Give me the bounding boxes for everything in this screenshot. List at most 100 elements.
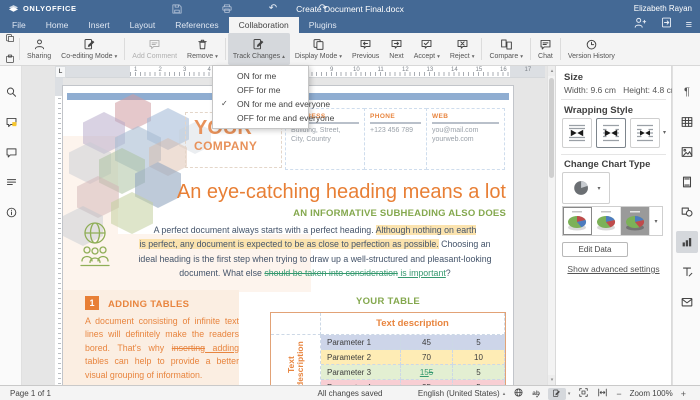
- wrap-square-button[interactable]: [596, 118, 626, 148]
- text-art-settings-button[interactable]: [676, 261, 698, 283]
- menu-item-off-for-everyone[interactable]: OFF for me and everyone: [213, 111, 308, 125]
- remove-button[interactable]: Remove▾: [182, 33, 223, 65]
- wrap-tight-icon: [634, 122, 656, 144]
- onlyoffice-logo-icon: [8, 3, 19, 14]
- zoom-level[interactable]: Zoom 100%: [630, 389, 673, 398]
- navigation-button[interactable]: [3, 174, 19, 190]
- table-cell[interactable]: 5: [453, 335, 505, 350]
- hamburger-menu-button[interactable]: ≡: [686, 18, 692, 32]
- sharing-button[interactable]: Sharing: [22, 33, 56, 65]
- table-cell[interactable]: 45: [401, 335, 453, 350]
- tab-stop-selector[interactable]: L: [55, 66, 66, 78]
- scrollbar-thumb[interactable]: [549, 78, 554, 178]
- wrap-tight-button[interactable]: [630, 118, 660, 148]
- wrap-inline-button[interactable]: [562, 118, 592, 148]
- table-cell[interactable]: 70: [401, 350, 453, 365]
- zoom-out-button[interactable]: −: [616, 389, 621, 399]
- tab-insert[interactable]: Insert: [78, 17, 119, 33]
- menu-item-on-for-me[interactable]: ON for me: [213, 69, 308, 83]
- ruler-left-margin[interactable]: [66, 66, 130, 77]
- shapes-icon: [680, 205, 694, 219]
- chart-style-2[interactable]: [592, 207, 621, 235]
- table-side-label[interactable]: Text description: [271, 335, 321, 385]
- add-user-button[interactable]: [633, 16, 647, 35]
- track-changes-toggle[interactable]: ▾: [548, 388, 571, 400]
- section-paragraph[interactable]: A document consisting of infinite text l…: [85, 315, 239, 382]
- language-selector[interactable]: English (United States)▴: [418, 389, 505, 398]
- web-cell[interactable]: WEB you@mail.comyourweb.com: [426, 108, 505, 170]
- chart-style-more-button[interactable]: ▾: [650, 207, 662, 235]
- version-history-button[interactable]: Version History: [563, 33, 620, 65]
- user-name[interactable]: Elizabeth Rayan: [634, 4, 692, 13]
- chart-style-3[interactable]: [621, 207, 650, 235]
- document-scrollbar[interactable]: ▴ ▾: [547, 66, 555, 385]
- paragraph-settings-button[interactable]: ¶: [676, 81, 698, 103]
- image-settings-button[interactable]: [676, 141, 698, 163]
- accept-icon: [420, 38, 433, 51]
- menu-item-on-for-everyone[interactable]: ✓ON for me and everyone: [213, 97, 308, 111]
- table-corner-cell[interactable]: [271, 313, 321, 335]
- menu-item-off-for-me[interactable]: OFF for me: [213, 83, 308, 97]
- table-cell[interactable]: 155: [401, 365, 453, 380]
- compare-button[interactable]: Compare▾: [484, 33, 528, 65]
- fit-width-button[interactable]: [597, 387, 608, 400]
- about-button[interactable]: [3, 204, 19, 220]
- coediting-mode-button[interactable]: Co-editing Mode▾: [56, 33, 122, 65]
- tab-home[interactable]: Home: [36, 17, 79, 33]
- accept-button[interactable]: Accept▾: [409, 33, 445, 65]
- phone-cell[interactable]: PHONE +123 456 789: [364, 108, 427, 170]
- intro-paragraph[interactable]: A perfect document always starts with a …: [121, 223, 509, 280]
- previous-change-button[interactable]: Previous: [347, 33, 384, 65]
- track-changes-button[interactable]: Track Changes▴: [228, 33, 290, 65]
- tracked-deletion: 5: [429, 368, 433, 377]
- table-settings-button[interactable]: [676, 111, 698, 133]
- display-mode-button[interactable]: Display Mode▾: [290, 33, 347, 65]
- section-title[interactable]: ADDING TABLES: [108, 299, 189, 310]
- sharing-icon: [33, 38, 46, 51]
- edit-data-button[interactable]: Edit Data: [562, 242, 628, 257]
- open-file-location-button[interactable]: [660, 16, 673, 34]
- search-button[interactable]: [3, 84, 19, 100]
- comments-button[interactable]: [3, 114, 19, 130]
- document-page[interactable]: YOUR COMPANY ADDRESS Building, Street,Ci…: [63, 86, 513, 385]
- chart-style-gallery: ▾: [562, 206, 663, 236]
- display-mode-icon: [312, 38, 325, 51]
- ruler-number: 16: [500, 67, 507, 73]
- vertical-ruler[interactable]: [55, 78, 63, 385]
- header-footer-settings-button[interactable]: [676, 171, 698, 193]
- shape-settings-button[interactable]: [676, 201, 698, 223]
- wrap-more-button[interactable]: ▾: [663, 129, 666, 136]
- table-cell[interactable]: 10: [453, 350, 505, 365]
- search-icon: [5, 86, 18, 99]
- table-cell[interactable]: Parameter 3: [321, 365, 401, 380]
- chat-button[interactable]: Chat: [533, 33, 558, 65]
- chart-settings-button[interactable]: [676, 231, 698, 253]
- spell-check-button[interactable]: ab✓: [532, 390, 540, 397]
- phone-label: PHONE: [370, 113, 421, 120]
- table-header-cell[interactable]: Text description: [321, 313, 505, 335]
- tab-collaboration[interactable]: Collaboration: [229, 17, 299, 33]
- next-change-button[interactable]: Next: [384, 33, 408, 65]
- table-cell[interactable]: Parameter 2: [321, 350, 401, 365]
- tab-plugins[interactable]: Plugins: [299, 17, 347, 33]
- chart-style-1[interactable]: [563, 207, 592, 235]
- table-cell[interactable]: Parameter 1: [321, 335, 401, 350]
- reject-button[interactable]: Reject▾: [445, 33, 480, 65]
- mail-merge-button[interactable]: [676, 291, 698, 313]
- set-language-button[interactable]: [513, 387, 524, 400]
- wrapping-section-title: Wrapping Style: [564, 105, 633, 116]
- tab-references[interactable]: References: [165, 17, 228, 33]
- copy-button[interactable]: [5, 30, 15, 48]
- table-title[interactable]: YOUR TABLE: [270, 296, 506, 307]
- fit-page-button[interactable]: [578, 387, 589, 400]
- document-subheading[interactable]: AN INFORMATIVE SUBHEADING ALSO DOES: [293, 208, 506, 219]
- table-cell[interactable]: 5: [453, 365, 505, 380]
- document-heading[interactable]: An eye-catching heading means a lot: [177, 181, 506, 204]
- current-chart-type-button[interactable]: ▾: [562, 172, 610, 204]
- check-icon: ✓: [221, 97, 228, 111]
- zoom-in-button[interactable]: +: [681, 389, 686, 399]
- tab-layout[interactable]: Layout: [120, 17, 166, 33]
- chat-panel-button[interactable]: [3, 144, 19, 160]
- data-table[interactable]: Text description Text description Parame…: [270, 312, 506, 385]
- advanced-settings-link[interactable]: Show advanced settings: [556, 264, 671, 274]
